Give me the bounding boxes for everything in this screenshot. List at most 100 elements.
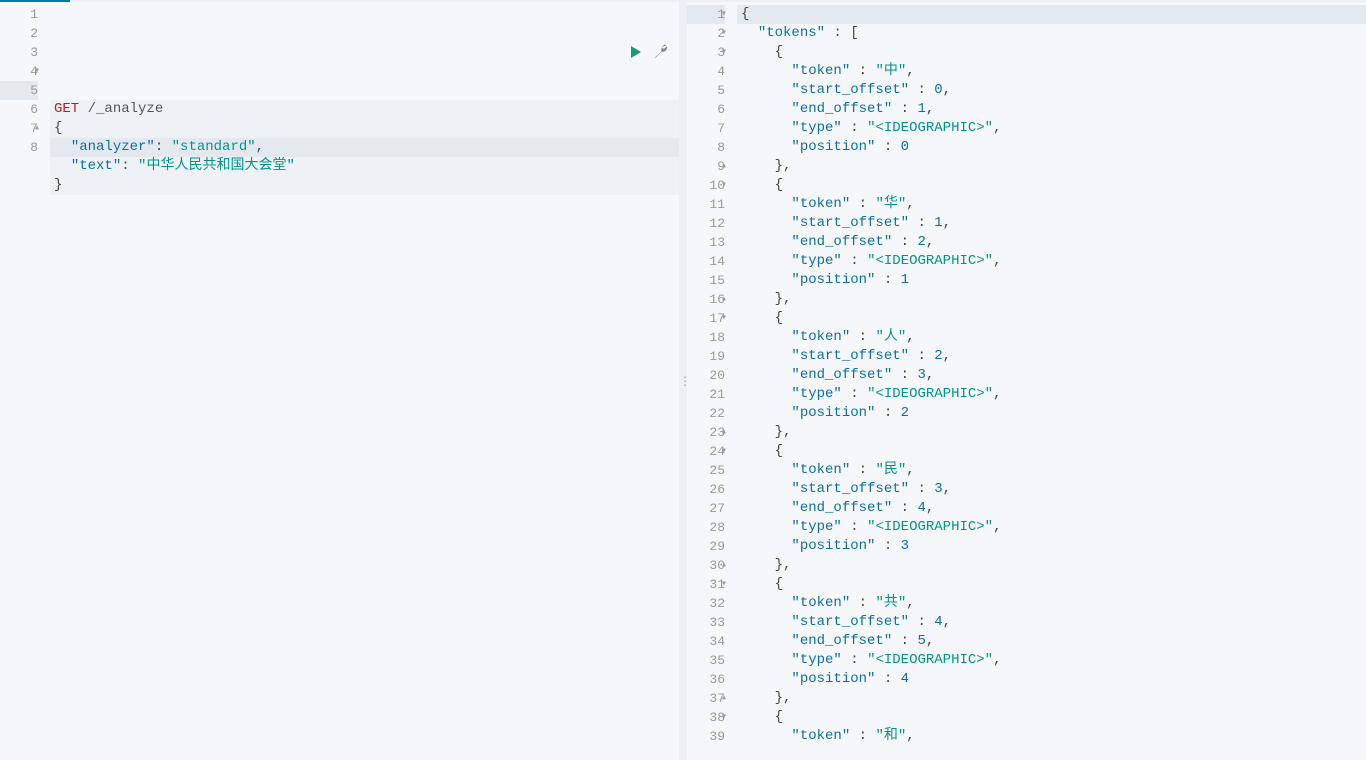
code-line[interactable]: "start_offset" : 1,	[737, 214, 1366, 233]
line-number[interactable]: 23▴	[687, 423, 725, 442]
code-line[interactable]: "type" : "<IDEOGRAPHIC>",	[737, 651, 1366, 670]
code-line[interactable]	[50, 195, 679, 214]
fold-marker-icon[interactable]: ▾	[721, 5, 727, 24]
line-number[interactable]: 39	[687, 727, 725, 746]
fold-marker-icon[interactable]: ▴	[721, 556, 727, 575]
line-number[interactable]: 26	[687, 480, 725, 499]
code-line[interactable]: {	[737, 309, 1366, 328]
fold-marker-icon[interactable]: ▾	[721, 309, 727, 328]
code-line[interactable]: "end_offset" : 2,	[737, 233, 1366, 252]
line-number[interactable]: 3▾	[687, 43, 725, 62]
line-number[interactable]: 37▴	[687, 689, 725, 708]
code-line[interactable]: "position" : 3	[737, 537, 1366, 556]
response-viewer[interactable]: { "tokens" : [ { "token" : "中", "start_o…	[737, 2, 1366, 760]
line-number[interactable]: 6	[0, 100, 38, 119]
line-number[interactable]: 1▾	[687, 5, 725, 24]
fold-marker-icon[interactable]: ▾	[721, 176, 727, 195]
code-line[interactable]: "token" : "和",	[737, 727, 1366, 746]
fold-marker-icon[interactable]: ▴	[721, 423, 727, 442]
line-number[interactable]: 4▾	[0, 62, 38, 81]
code-line[interactable]: },	[737, 423, 1366, 442]
line-number[interactable]: 25	[687, 461, 725, 480]
line-number[interactable]: 34	[687, 632, 725, 651]
code-line[interactable]: "position" : 4	[737, 670, 1366, 689]
code-line[interactable]: {	[737, 442, 1366, 461]
code-line[interactable]: },	[737, 556, 1366, 575]
code-line[interactable]: "position" : 0	[737, 138, 1366, 157]
code-line[interactable]: },	[737, 689, 1366, 708]
code-line[interactable]: "start_offset" : 0,	[737, 81, 1366, 100]
code-line[interactable]: "end_offset" : 5,	[737, 632, 1366, 651]
response-gutter[interactable]: 1▾2▾3▾456789▴10▾111213141516▴17▾18192021…	[687, 2, 737, 760]
code-line[interactable]: {	[737, 5, 1366, 24]
code-line[interactable]: "end_offset" : 4,	[737, 499, 1366, 518]
code-line[interactable]: {	[50, 119, 679, 138]
code-line[interactable]: }	[50, 176, 679, 195]
fold-marker-icon[interactable]: ▾	[721, 24, 727, 43]
code-line[interactable]: "start_offset" : 3,	[737, 480, 1366, 499]
code-line[interactable]: {	[737, 176, 1366, 195]
code-line[interactable]: "token" : "华",	[737, 195, 1366, 214]
fold-marker-icon[interactable]: ▴	[721, 157, 727, 176]
run-icon[interactable]	[629, 44, 643, 60]
code-line[interactable]: "type" : "<IDEOGRAPHIC>",	[737, 518, 1366, 537]
line-number[interactable]: 32	[687, 594, 725, 613]
line-number[interactable]: 7	[687, 119, 725, 138]
line-number[interactable]: 12	[687, 214, 725, 233]
line-number[interactable]: 6	[687, 100, 725, 119]
code-line[interactable]: "type" : "<IDEOGRAPHIC>",	[737, 252, 1366, 271]
code-line[interactable]: "start_offset" : 2,	[737, 347, 1366, 366]
fold-marker-icon[interactable]: ▾	[721, 575, 727, 594]
request-gutter[interactable]: 1234▾567▴8	[0, 2, 50, 760]
request-editor[interactable]: GET /_analyze{ "analyzer": "standard", "…	[50, 2, 679, 760]
fold-marker-icon[interactable]: ▾	[721, 43, 727, 62]
code-line[interactable]: "token" : "共",	[737, 594, 1366, 613]
line-number[interactable]: 21	[687, 385, 725, 404]
line-number[interactable]: 15	[687, 271, 725, 290]
line-number[interactable]: 8	[0, 138, 38, 157]
code-line[interactable]: "text": "中华人民共和国大会堂"	[50, 157, 679, 176]
code-line[interactable]: "position" : 1	[737, 271, 1366, 290]
line-number[interactable]: 22	[687, 404, 725, 423]
code-line[interactable]	[50, 81, 679, 100]
code-line[interactable]: {	[737, 708, 1366, 727]
line-number[interactable]: 31▾	[687, 575, 725, 594]
line-number[interactable]: 16▴	[687, 290, 725, 309]
code-line[interactable]: GET /_analyze	[50, 100, 679, 119]
line-number[interactable]: 35	[687, 651, 725, 670]
fold-marker-icon[interactable]: ▾	[721, 708, 727, 727]
line-number[interactable]: 19	[687, 347, 725, 366]
line-number[interactable]: 1	[0, 5, 38, 24]
code-line[interactable]: "end_offset" : 1,	[737, 100, 1366, 119]
line-number[interactable]: 38▾	[687, 708, 725, 727]
code-line[interactable]: "token" : "人",	[737, 328, 1366, 347]
line-number[interactable]: 27	[687, 499, 725, 518]
code-line[interactable]: "position" : 2	[737, 404, 1366, 423]
line-number[interactable]: 8	[687, 138, 725, 157]
line-number[interactable]: 18	[687, 328, 725, 347]
code-line[interactable]: {	[737, 575, 1366, 594]
line-number[interactable]: 29	[687, 537, 725, 556]
code-line[interactable]: "end_offset" : 3,	[737, 366, 1366, 385]
fold-marker-icon[interactable]: ▾	[34, 62, 40, 81]
wrench-icon[interactable]	[653, 44, 669, 60]
line-number[interactable]: 3	[0, 43, 38, 62]
code-line[interactable]: "token" : "民",	[737, 461, 1366, 480]
code-line[interactable]	[50, 62, 679, 81]
line-number[interactable]: 9▴	[687, 157, 725, 176]
code-line[interactable]: "token" : "中",	[737, 62, 1366, 81]
code-line[interactable]: "type" : "<IDEOGRAPHIC>",	[737, 385, 1366, 404]
code-line[interactable]: "tokens" : [	[737, 24, 1366, 43]
line-number[interactable]: 7▴	[0, 119, 38, 138]
line-number[interactable]: 30▴	[687, 556, 725, 575]
line-number[interactable]: 17▾	[687, 309, 725, 328]
code-line[interactable]: {	[737, 43, 1366, 62]
line-number[interactable]: 4	[687, 62, 725, 81]
code-line[interactable]: "type" : "<IDEOGRAPHIC>",	[737, 119, 1366, 138]
line-number[interactable]: 33	[687, 613, 725, 632]
line-number[interactable]: 2	[0, 24, 38, 43]
code-line[interactable]: "analyzer": "standard",	[50, 138, 679, 157]
fold-marker-icon[interactable]: ▴	[721, 290, 727, 309]
code-line[interactable]: },	[737, 157, 1366, 176]
line-number[interactable]: 10▾	[687, 176, 725, 195]
